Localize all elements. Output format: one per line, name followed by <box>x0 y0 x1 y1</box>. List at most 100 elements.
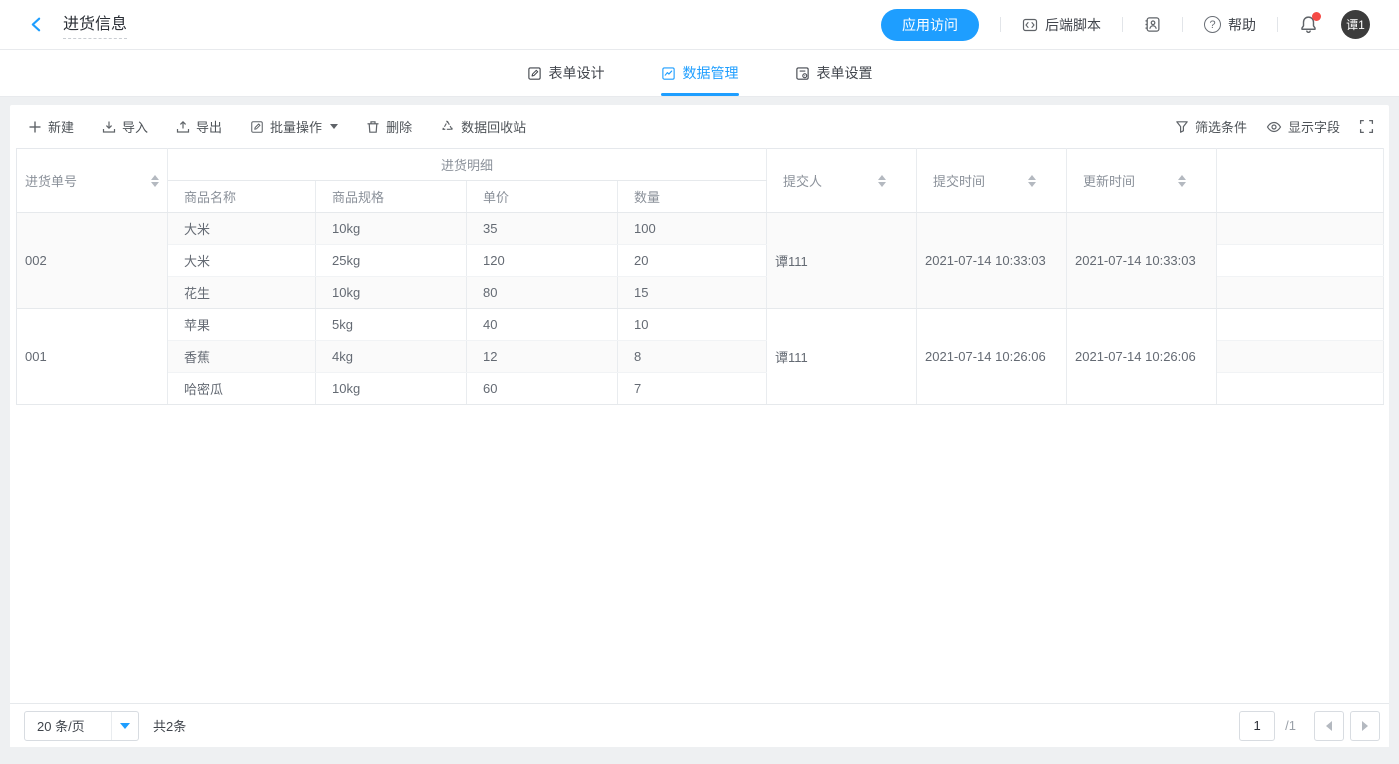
cell-item-spec: 25kg <box>316 245 467 277</box>
cell-item-spec: 10kg <box>316 277 467 309</box>
table-row[interactable]: 001苹果5kg4010谭1112021-07-14 10:26:062021-… <box>17 309 1384 341</box>
backend-script-button[interactable]: 后端脚本 <box>1022 15 1101 35</box>
chart-square-icon <box>661 66 676 81</box>
cell-item-name: 苹果 <box>168 309 316 341</box>
column-group-header: 进货明细 <box>168 149 767 181</box>
cell-update-time: 2021-07-14 10:26:06 <box>1067 309 1217 405</box>
cell-item-qty: 100 <box>618 213 767 245</box>
new-button[interactable]: 新建 <box>28 117 74 136</box>
table-footer: 20 条/页 共2条 /1 <box>10 703 1389 747</box>
arrow-up-tray-icon <box>176 120 190 134</box>
funnel-icon <box>1175 120 1189 134</box>
cell-filler <box>1217 373 1384 405</box>
cell-item-price: 60 <box>467 373 618 405</box>
column-header-item-spec: 商品规格 <box>316 181 467 213</box>
new-label: 新建 <box>48 117 74 136</box>
document-gear-icon <box>795 66 810 81</box>
sort-icon[interactable] <box>1028 175 1036 187</box>
column-header-item-qty: 数量 <box>618 181 767 213</box>
total-pages: /1 <box>1285 718 1296 733</box>
sort-icon[interactable] <box>1178 175 1186 187</box>
tab-label: 表单设置 <box>817 63 873 83</box>
cell-filler <box>1217 309 1384 341</box>
cell-item-qty: 15 <box>618 277 767 309</box>
column-header-submitter[interactable]: 提交人 <box>767 149 917 213</box>
content-panel: 新建 导入 导出 批量操作 删除 <box>10 105 1389 747</box>
backend-script-label: 后端脚本 <box>1045 15 1101 35</box>
cell-item-qty: 20 <box>618 245 767 277</box>
cell-item-name: 哈密瓜 <box>168 373 316 405</box>
cell-filler <box>1217 245 1384 277</box>
contacts-button[interactable] <box>1144 16 1161 33</box>
delete-label: 删除 <box>386 117 412 136</box>
column-header-item-name: 商品名称 <box>168 181 316 213</box>
cell-item-price: 12 <box>467 341 618 373</box>
table-toolbar: 新建 导入 导出 批量操作 删除 <box>10 105 1389 148</box>
table-header: 进货单号 进货明细 提交人 提交时间 更新时间 <box>17 149 1384 213</box>
chevron-down-icon <box>120 723 130 729</box>
app-access-button[interactable]: 应用访问 <box>881 9 979 41</box>
cell-item-name: 大米 <box>168 245 316 277</box>
cell-item-price: 35 <box>467 213 618 245</box>
column-label: 更新时间 <box>1083 171 1135 190</box>
tab-bar: 表单设计 数据管理 表单设置 <box>0 50 1399 97</box>
cell-item-spec: 10kg <box>316 373 467 405</box>
cell-item-qty: 8 <box>618 341 767 373</box>
cell-order-no: 001 <box>17 309 168 405</box>
cell-item-price: 40 <box>467 309 618 341</box>
chevron-right-icon <box>1362 721 1368 731</box>
sort-icon[interactable] <box>878 175 886 187</box>
import-label: 导入 <box>122 117 148 136</box>
cell-order-no: 002 <box>17 213 168 309</box>
current-page-input[interactable] <box>1239 711 1275 741</box>
cell-update-time: 2021-07-14 10:33:03 <box>1067 213 1217 309</box>
chevron-down-icon <box>330 124 338 129</box>
cell-item-price: 80 <box>467 277 618 309</box>
column-header-submit-time[interactable]: 提交时间 <box>917 149 1067 213</box>
sort-icon[interactable] <box>151 175 159 187</box>
avatar[interactable]: 谭1 <box>1341 10 1370 39</box>
display-fields-label: 显示字段 <box>1288 117 1340 136</box>
filter-button[interactable]: 筛选条件 <box>1175 117 1247 136</box>
back-button[interactable] <box>28 16 45 33</box>
plus-icon <box>28 120 42 134</box>
import-button[interactable]: 导入 <box>102 117 148 136</box>
chevron-left-icon <box>1326 721 1332 731</box>
page-title: 进货信息 <box>63 10 127 39</box>
question-icon: ? <box>1204 16 1221 33</box>
fullscreen-button[interactable] <box>1359 119 1374 134</box>
help-button[interactable]: ? 帮助 <box>1204 15 1256 35</box>
tab-form-design[interactable]: 表单设计 <box>527 50 605 96</box>
column-label: 提交人 <box>783 171 822 190</box>
pagination-prev-button[interactable] <box>1314 711 1344 741</box>
tab-data-management[interactable]: 数据管理 <box>661 50 739 96</box>
column-label: 提交时间 <box>933 171 985 190</box>
page-size-value: 20 条/页 <box>25 716 111 735</box>
recycle-bin-button[interactable]: 数据回收站 <box>440 117 526 136</box>
notification-button[interactable] <box>1299 15 1318 34</box>
column-header-order-no[interactable]: 进货单号 <box>17 149 168 213</box>
cell-submit-time: 2021-07-14 10:26:06 <box>917 309 1067 405</box>
display-fields-button[interactable]: 显示字段 <box>1266 117 1340 136</box>
cell-item-name: 花生 <box>168 277 316 309</box>
export-button[interactable]: 导出 <box>176 117 222 136</box>
page-size-select[interactable]: 20 条/页 <box>24 711 139 741</box>
cell-item-name: 香蕉 <box>168 341 316 373</box>
divider <box>1182 17 1183 32</box>
trash-icon <box>366 120 380 134</box>
delete-button[interactable]: 删除 <box>366 117 412 136</box>
tab-label: 数据管理 <box>683 63 739 83</box>
pagination-next-button[interactable] <box>1350 711 1380 741</box>
table-row[interactable]: 002大米10kg35100谭1112021-07-14 10:33:03202… <box>17 213 1384 245</box>
table-body: 002大米10kg35100谭1112021-07-14 10:33:03202… <box>17 213 1384 405</box>
cell-filler <box>1217 277 1384 309</box>
total-count: 共2条 <box>153 716 186 735</box>
divider <box>1277 17 1278 32</box>
recycle-icon <box>440 119 455 134</box>
export-label: 导出 <box>196 117 222 136</box>
cell-item-spec: 10kg <box>316 213 467 245</box>
column-header-update-time[interactable]: 更新时间 <box>1067 149 1217 213</box>
code-icon <box>1022 17 1038 33</box>
tab-form-settings[interactable]: 表单设置 <box>795 50 873 96</box>
batch-operation-button[interactable]: 批量操作 <box>250 117 338 136</box>
